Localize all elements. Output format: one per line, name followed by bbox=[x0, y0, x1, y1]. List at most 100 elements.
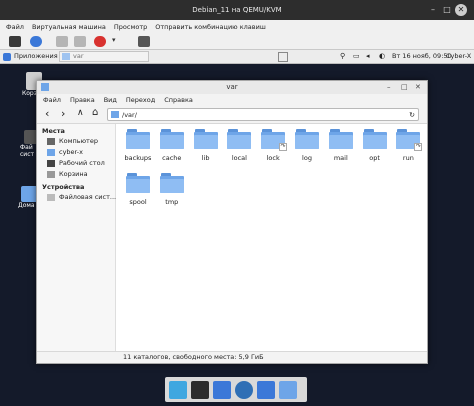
reload-icon[interactable]: ↻ bbox=[409, 109, 415, 121]
fm-statusbar: 11 каталогов, свободного места: 5,9 ГиБ bbox=[37, 351, 427, 363]
forward-icon[interactable]: › bbox=[61, 107, 65, 120]
drive-icon bbox=[47, 194, 55, 201]
trash-icon bbox=[47, 171, 55, 178]
path-input[interactable]: /var/ ↻ bbox=[107, 108, 419, 121]
host-window: Debian_11 на QEMU/KVM – □ ✕ Файл Виртуал… bbox=[0, 0, 474, 406]
folder-item[interactable]: mail bbox=[324, 129, 358, 171]
fm-titlebar: var – □ ✕ bbox=[37, 81, 427, 94]
folder-item[interactable]: backups bbox=[121, 129, 155, 171]
path-value: /var/ bbox=[122, 111, 137, 119]
sidebar-item-home[interactable]: cyber-x bbox=[37, 147, 115, 158]
menu-view[interactable]: Просмотр bbox=[114, 23, 147, 31]
apps-menu-icon[interactable] bbox=[3, 53, 11, 61]
folder-icon: ↷ bbox=[261, 129, 288, 151]
fm-menu-go[interactable]: Переход bbox=[126, 96, 155, 104]
up-icon[interactable]: ∧ bbox=[77, 108, 84, 118]
menu-sendkey[interactable]: Отправить комбинацию клавиш bbox=[155, 23, 266, 31]
folder-label: opt bbox=[369, 154, 380, 162]
folder-item[interactable]: lib bbox=[189, 129, 223, 171]
folder-icon bbox=[159, 129, 184, 149]
sidebar-item-computer[interactable]: Компьютер bbox=[37, 136, 115, 147]
path-folder-icon bbox=[111, 111, 119, 118]
folder-icon bbox=[126, 173, 150, 193]
fm-menu-edit[interactable]: Правка bbox=[70, 96, 95, 104]
places-header: Места bbox=[42, 127, 65, 135]
status-text: 11 каталогов, свободного места: 5,9 ГиБ bbox=[123, 353, 264, 361]
folder-icon bbox=[227, 129, 252, 149]
folder-icon[interactable] bbox=[279, 380, 297, 399]
folder-label: log bbox=[302, 154, 312, 162]
folder-item[interactable]: local bbox=[222, 129, 256, 171]
host-toolbar: ▾ bbox=[0, 33, 474, 50]
info-icon[interactable] bbox=[30, 36, 42, 47]
network-icon[interactable]: ⚲ bbox=[340, 52, 345, 60]
sidebar-item-label: cyber-x bbox=[59, 148, 83, 156]
fm-menu-help[interactable]: Справка bbox=[164, 96, 193, 104]
chevron-down-icon[interactable]: ▾ bbox=[112, 36, 120, 47]
apps-menu-label[interactable]: Приложения bbox=[14, 52, 58, 60]
menu-vm[interactable]: Виртуальная машина bbox=[32, 23, 106, 31]
fm-menu-file[interactable]: Файл bbox=[43, 96, 61, 104]
folder-item[interactable]: cache bbox=[155, 129, 189, 171]
folder-item[interactable]: log bbox=[290, 129, 324, 171]
folder-label: cache bbox=[162, 154, 182, 162]
search-icon[interactable] bbox=[257, 380, 275, 399]
fm-close-icon[interactable]: ✕ bbox=[415, 81, 421, 94]
xfce-top-panel: Приложения var ⚲ ▭ ◂ ◐ Вт 16 нояб, 09:50… bbox=[0, 50, 474, 64]
folder-label: lock bbox=[266, 154, 280, 162]
folder-icon: ↷ bbox=[396, 129, 423, 151]
pause-icon[interactable] bbox=[74, 36, 86, 47]
fm-window-icon bbox=[41, 83, 49, 91]
folder-icon bbox=[193, 129, 218, 149]
minimize-icon[interactable]: – bbox=[427, 4, 439, 16]
fm-minimize-icon[interactable]: – bbox=[387, 81, 391, 94]
show-desktop-icon[interactable] bbox=[169, 380, 187, 399]
home-icon[interactable]: ⌂ bbox=[92, 107, 98, 118]
fm-menu-view[interactable]: Вид bbox=[104, 96, 117, 104]
folder-icon bbox=[328, 129, 353, 149]
fm-sidebar: Места Компьютер cyber-x Рабочий стол Кор… bbox=[37, 124, 116, 353]
folder-item[interactable]: spool bbox=[121, 173, 155, 215]
file-manager-icon[interactable] bbox=[213, 380, 231, 399]
folder-label: backups bbox=[124, 154, 152, 162]
folder-icon bbox=[362, 129, 387, 149]
sidebar-item-desktop[interactable]: Рабочий стол bbox=[37, 158, 115, 169]
sidebar-item-filesystem[interactable]: Файловая сист... bbox=[37, 192, 116, 203]
folder-item[interactable]: opt bbox=[358, 129, 392, 171]
symlink-icon: ↷ bbox=[414, 143, 423, 151]
folder-item[interactable]: ↷ lock bbox=[256, 129, 290, 171]
maximize-icon[interactable]: □ bbox=[441, 4, 453, 16]
folder-item[interactable]: ↷ run bbox=[391, 129, 425, 171]
fm-maximize-icon[interactable]: □ bbox=[401, 81, 408, 94]
notification-icon[interactable]: ◐ bbox=[379, 52, 385, 60]
terminal-icon[interactable] bbox=[191, 380, 209, 399]
power-icon[interactable] bbox=[94, 36, 106, 47]
back-icon[interactable]: ‹ bbox=[45, 107, 49, 120]
volume-icon[interactable]: ◂ bbox=[366, 52, 370, 60]
run-icon[interactable] bbox=[56, 36, 68, 47]
host-titlebar: Debian_11 на QEMU/KVM – □ ✕ bbox=[0, 0, 474, 20]
user-name[interactable]: Cyber-X bbox=[446, 52, 471, 60]
dock bbox=[165, 377, 307, 402]
console-icon[interactable] bbox=[9, 36, 21, 47]
fm-toolbar: ‹ › ∧ ⌂ /var/ ↻ bbox=[37, 106, 427, 124]
taskbar-item[interactable] bbox=[59, 51, 149, 62]
desktop-filesystem-label: Фай сист bbox=[20, 144, 34, 158]
sidebar-item-trash[interactable]: Корзина bbox=[37, 169, 115, 180]
folder-item[interactable]: tmp bbox=[155, 173, 189, 215]
workspace-icon[interactable] bbox=[278, 52, 288, 62]
sidebar-item-label: Компьютер bbox=[59, 137, 98, 145]
fm-title: var bbox=[226, 83, 238, 91]
host-menubar: Файл Виртуальная машина Просмотр Отправи… bbox=[0, 20, 474, 33]
close-icon[interactable]: ✕ bbox=[455, 4, 467, 16]
folder-label: tmp bbox=[165, 198, 179, 206]
clock[interactable]: Вт 16 нояб, 09:50 bbox=[392, 52, 452, 60]
power-manager-icon[interactable]: ▭ bbox=[353, 52, 360, 60]
fm-menubar: Файл Правка Вид Переход Справка bbox=[37, 94, 427, 106]
devices-header: Устройства bbox=[42, 183, 85, 191]
host-title: Debian_11 на QEMU/KVM bbox=[192, 6, 282, 14]
menu-file[interactable]: Файл bbox=[6, 23, 24, 31]
sidebar-item-label: Корзина bbox=[59, 170, 88, 178]
browser-icon[interactable] bbox=[235, 380, 253, 399]
fullscreen-icon[interactable] bbox=[138, 36, 150, 47]
